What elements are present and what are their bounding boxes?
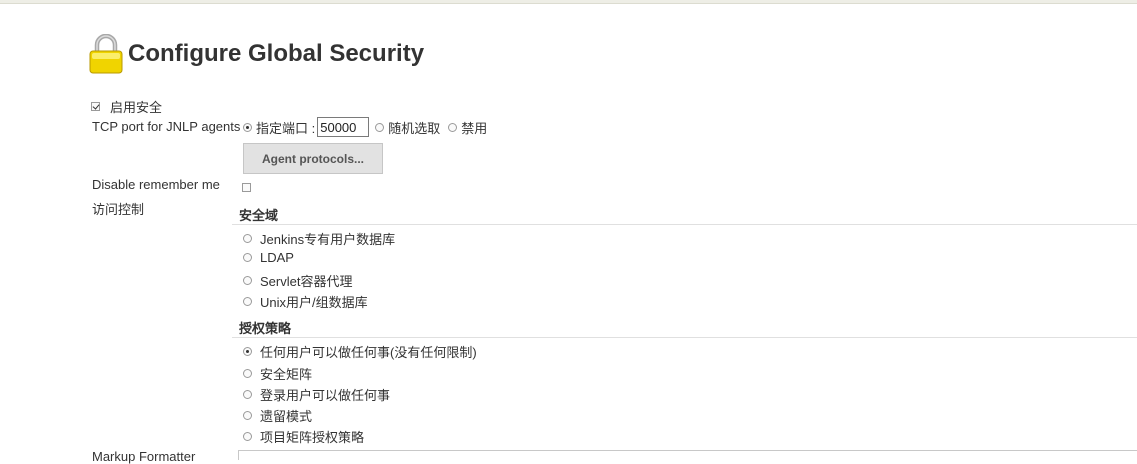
authorization-heading: 授权策略: [239, 321, 292, 336]
auth-logged-in-label: 登录用户可以做任何事: [260, 388, 391, 403]
markup-formatter-select[interactable]: [238, 450, 1137, 460]
tcp-port-fixed-radio[interactable]: [243, 122, 252, 132]
tcp-port-disable-label: 禁用: [461, 120, 488, 136]
auth-option-anyone: 任何用户可以做任何事(没有任何限制): [243, 342, 477, 361]
agent-protocols-button[interactable]: Agent protocols...: [243, 143, 383, 174]
realm-option-unix: Unix用户/组数据库: [243, 292, 368, 311]
lock-icon: [89, 34, 123, 74]
disable-remember-me-checkbox[interactable]: [242, 183, 251, 192]
auth-option-project-matrix: 项目矩阵授权策略: [243, 427, 364, 446]
tcp-port-random-label: 随机选取: [388, 120, 441, 136]
auth-logged-in-radio[interactable]: [243, 390, 252, 399]
realm-servlet-label: Servlet容器代理: [260, 274, 353, 289]
auth-option-logged-in: 登录用户可以做任何事: [243, 385, 390, 404]
disable-remember-me-label: Disable remember me: [92, 177, 220, 192]
realm-option-servlet: Servlet容器代理: [243, 271, 352, 290]
enable-security-label: 启用安全: [110, 100, 163, 115]
auth-legacy-radio[interactable]: [243, 411, 252, 420]
auth-legacy-label: 遗留模式: [260, 409, 313, 424]
auth-project-matrix-radio[interactable]: [243, 432, 252, 441]
realm-unix-label: Unix用户/组数据库: [260, 295, 368, 310]
realm-option-jenkins: Jenkins专有用户数据库: [243, 229, 395, 248]
enable-security-row: 启用安全: [91, 97, 162, 116]
realm-ldap-label: LDAP: [260, 250, 294, 265]
realm-jenkins-label: Jenkins专有用户数据库: [260, 232, 396, 247]
authorization-divider: [232, 337, 1137, 338]
tcp-port-options: 指定端口 : 随机选取 禁用: [243, 117, 487, 137]
access-control-label: 访问控制: [92, 202, 145, 217]
tcp-port-label: TCP port for JNLP agents: [92, 119, 241, 134]
realm-option-ldap: LDAP: [243, 250, 294, 265]
tcp-port-random-radio[interactable]: [375, 122, 385, 132]
page-title: Configure Global Security: [128, 40, 425, 67]
auth-option-matrix: 安全矩阵: [243, 364, 312, 383]
auth-option-legacy: 遗留模式: [243, 406, 312, 425]
security-realm-heading: 安全域: [239, 208, 279, 223]
markup-formatter-label: Markup Formatter: [92, 449, 196, 464]
realm-jenkins-radio[interactable]: [243, 234, 252, 243]
security-realm-divider: [232, 224, 1137, 225]
auth-project-matrix-label: 项目矩阵授权策略: [260, 430, 365, 445]
tcp-port-fixed-label: 指定端口 :: [256, 120, 316, 136]
tcp-port-disable-radio[interactable]: [448, 122, 458, 132]
realm-unix-radio[interactable]: [243, 297, 252, 306]
enable-security-checkbox[interactable]: [91, 102, 100, 111]
realm-ldap-radio[interactable]: [243, 253, 252, 262]
realm-servlet-radio[interactable]: [243, 276, 252, 285]
page-header: Configure Global Security: [88, 34, 424, 74]
auth-anyone-label: 任何用户可以做任何事(没有任何限制): [260, 345, 477, 360]
auth-matrix-radio[interactable]: [243, 369, 252, 378]
top-border: [0, 0, 1137, 4]
auth-anyone-radio[interactable]: [243, 347, 252, 356]
tcp-port-input[interactable]: [317, 117, 370, 137]
auth-matrix-label: 安全矩阵: [260, 367, 313, 382]
